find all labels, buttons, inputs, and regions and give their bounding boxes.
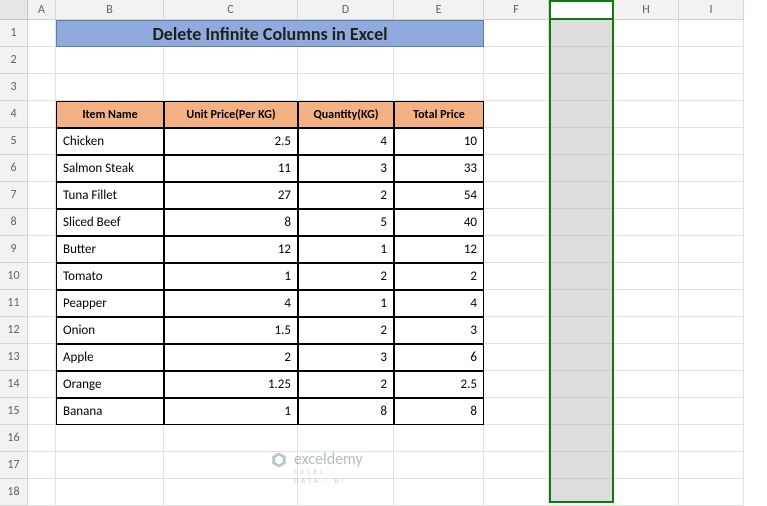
row-header-1[interactable]: 1 <box>0 20 28 47</box>
row-header-2[interactable]: 2 <box>0 47 28 74</box>
row-header-10[interactable]: 10 <box>0 263 28 290</box>
row-header-3[interactable]: 3 <box>0 74 28 101</box>
cell-H1[interactable] <box>614 20 679 47</box>
table-row[interactable]: Apple <box>56 344 164 371</box>
table-row[interactable]: Salmon Steak <box>56 155 164 182</box>
col-header-C[interactable]: C <box>164 0 298 20</box>
col-header-E[interactable]: E <box>394 0 484 20</box>
row-header-7[interactable]: 7 <box>0 182 28 209</box>
row-header-18[interactable]: 18 <box>0 479 28 506</box>
col-header-H[interactable]: H <box>614 0 679 20</box>
row-header-16[interactable]: 16 <box>0 425 28 452</box>
table-row[interactable]: Orange <box>56 371 164 398</box>
row-header-14[interactable]: 14 <box>0 371 28 398</box>
row-header-8[interactable]: 8 <box>0 209 28 236</box>
column-header-row: A B C D E F G H I <box>0 0 767 20</box>
table-row[interactable]: Banana <box>56 398 164 425</box>
table-row[interactable]: Onion <box>56 317 164 344</box>
col-header-A[interactable]: A <box>28 0 56 20</box>
cell-G1[interactable] <box>549 20 614 47</box>
col-header-G[interactable]: G <box>549 0 614 20</box>
row-header-5[interactable]: 5 <box>0 128 28 155</box>
col-header-I[interactable]: I <box>679 0 744 20</box>
header-total[interactable]: Total Price <box>394 101 484 128</box>
header-unit[interactable]: Unit Price(Per KG) <box>164 101 298 128</box>
table-row[interactable]: Butter <box>56 236 164 263</box>
header-item[interactable]: Item Name <box>56 101 164 128</box>
watermark: exceldemy EXCEL · DATA · BI <box>270 450 363 469</box>
row-header-13[interactable]: 13 <box>0 344 28 371</box>
title-cell[interactable]: Delete Infinite Columns in Excel <box>56 20 484 47</box>
row-header-11[interactable]: 11 <box>0 290 28 317</box>
col-header-F[interactable]: F <box>484 0 549 20</box>
row-header-12[interactable]: 12 <box>0 317 28 344</box>
table-row[interactable]: Chicken <box>56 128 164 155</box>
cell-A2[interactable] <box>28 47 56 74</box>
col-header-B[interactable]: B <box>56 0 164 20</box>
select-all-corner[interactable] <box>0 0 28 20</box>
header-qty[interactable]: Quantity(KG) <box>298 101 394 128</box>
table-row[interactable]: Sliced Beef <box>56 209 164 236</box>
cell-A1[interactable] <box>28 20 56 47</box>
row-header-17[interactable]: 17 <box>0 452 28 479</box>
cell-I1[interactable] <box>679 20 744 47</box>
watermark-tagline: EXCEL · DATA · BI <box>294 467 363 485</box>
table-row[interactable]: Peapper <box>56 290 164 317</box>
row-header-4[interactable]: 4 <box>0 101 28 128</box>
cell-F1[interactable] <box>484 20 549 47</box>
row-header-9[interactable]: 9 <box>0 236 28 263</box>
row-header-15[interactable]: 15 <box>0 398 28 425</box>
row-header-6[interactable]: 6 <box>0 155 28 182</box>
spreadsheet-grid: 1 Delete Infinite Columns in Excel 2 3 4… <box>0 20 767 506</box>
table-row[interactable]: Tomato <box>56 263 164 290</box>
hexagon-icon <box>270 451 288 469</box>
col-header-D[interactable]: D <box>298 0 394 20</box>
table-row[interactable]: Tuna Fillet <box>56 182 164 209</box>
